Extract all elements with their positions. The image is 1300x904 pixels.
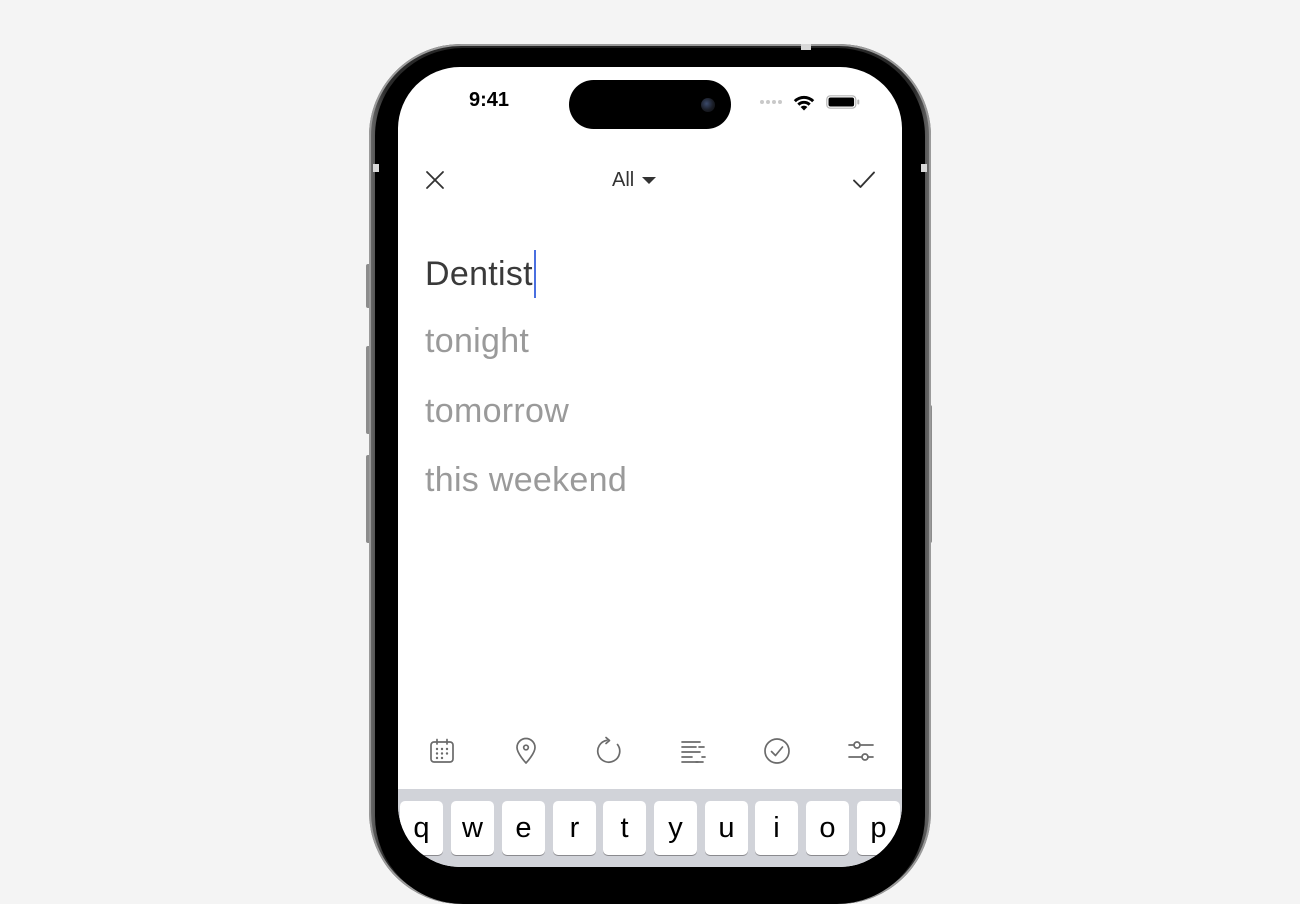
key-t[interactable]: t bbox=[603, 801, 646, 855]
suggestion-this-weekend[interactable]: this weekend bbox=[425, 461, 627, 500]
dynamic-island bbox=[569, 80, 731, 129]
task-options-toolbar bbox=[398, 731, 902, 771]
list-filter-dropdown[interactable]: All bbox=[612, 167, 657, 193]
due-date-button[interactable] bbox=[424, 733, 460, 769]
checklist-icon bbox=[764, 738, 790, 764]
keyboard: q w e r t y u i o p bbox=[398, 789, 902, 867]
key-i[interactable]: i bbox=[755, 801, 798, 855]
key-p[interactable]: p bbox=[857, 801, 900, 855]
key-r[interactable]: r bbox=[553, 801, 596, 855]
key-w[interactable]: w bbox=[451, 801, 494, 855]
key-e[interactable]: e bbox=[502, 801, 545, 855]
subtasks-button[interactable] bbox=[759, 733, 795, 769]
notes-button[interactable] bbox=[675, 733, 711, 769]
wifi-icon bbox=[793, 95, 815, 110]
key-u[interactable]: u bbox=[705, 801, 748, 855]
close-button[interactable] bbox=[420, 165, 450, 195]
location-pin-icon bbox=[516, 737, 536, 764]
location-button[interactable] bbox=[508, 733, 544, 769]
key-y[interactable]: y bbox=[654, 801, 697, 855]
front-camera bbox=[701, 98, 715, 112]
key-o[interactable]: o bbox=[806, 801, 849, 855]
antenna-band bbox=[921, 164, 927, 172]
task-input[interactable]: Dentist bbox=[425, 249, 537, 299]
repeat-icon bbox=[596, 736, 621, 764]
status-icons bbox=[760, 95, 860, 110]
suggestion-tonight[interactable]: tonight bbox=[425, 322, 529, 361]
key-q[interactable]: q bbox=[400, 801, 443, 855]
confirm-button[interactable] bbox=[848, 165, 880, 195]
settings-sliders-icon bbox=[848, 741, 874, 761]
calendar-icon bbox=[430, 738, 454, 763]
more-options-button[interactable] bbox=[843, 733, 879, 769]
battery-icon bbox=[826, 95, 860, 109]
checkmark-icon bbox=[853, 171, 875, 188]
repeat-button[interactable] bbox=[592, 733, 628, 769]
task-input-text[interactable]: Dentist bbox=[425, 255, 533, 294]
close-icon bbox=[426, 171, 444, 189]
phone-screen: 9:41 All Dentist tonight tomorrow this w… bbox=[398, 67, 902, 867]
notes-icon bbox=[681, 741, 706, 763]
text-cursor bbox=[533, 250, 537, 298]
cellular-signal-icon bbox=[760, 100, 782, 104]
list-filter-label: All bbox=[612, 168, 635, 191]
antenna-band bbox=[373, 164, 379, 172]
caret-down-icon bbox=[642, 176, 657, 184]
status-time: 9:41 bbox=[468, 89, 510, 111]
suggestion-tomorrow[interactable]: tomorrow bbox=[425, 392, 569, 431]
antenna-band bbox=[801, 44, 811, 50]
